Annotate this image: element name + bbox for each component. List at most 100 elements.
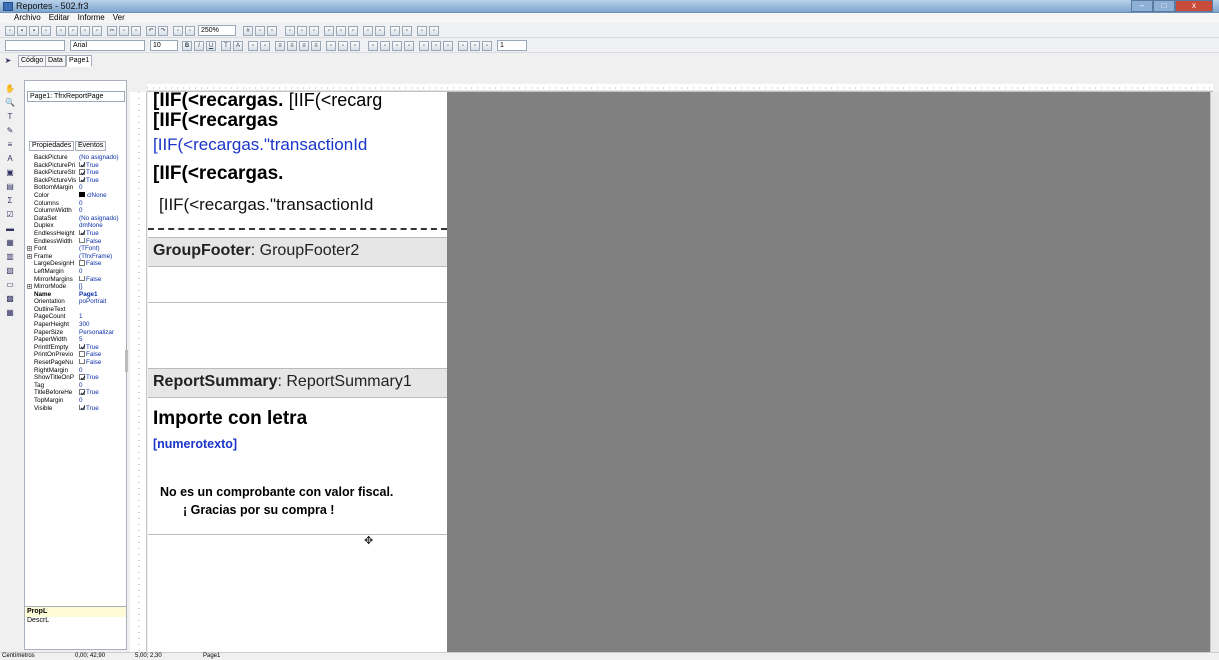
property-value[interactable]: True <box>79 374 125 382</box>
property-value[interactable]: (No asignado) <box>79 154 125 162</box>
property-row[interactable]: EndlessWidth False <box>27 237 125 246</box>
memo-importe-con-letra[interactable]: Importe con letra <box>153 408 307 430</box>
property-value[interactable]: 0 <box>79 207 125 215</box>
property-row[interactable]: Columns 0 <box>27 200 125 208</box>
property-value[interactable]: Page1 <box>79 291 125 299</box>
sum-icon[interactable]: Σ <box>5 196 15 206</box>
same-height-icon[interactable]: ▫ <box>429 26 439 36</box>
property-value[interactable]: False <box>79 237 125 246</box>
align-left-icon[interactable]: ▫ <box>285 26 295 36</box>
memo-recargas-1[interactable]: [IIF(<recargas. [IIF(<recarg <box>153 90 382 112</box>
tab-data[interactable]: Data <box>45 55 66 67</box>
property-value[interactable]: [] <box>79 283 125 291</box>
property-row[interactable]: BottomMargin 0 <box>27 184 125 192</box>
property-value[interactable]: (TfrxFrame) <box>79 253 125 261</box>
zoom-select[interactable]: 250% <box>198 25 236 36</box>
checkbox-icon[interactable] <box>79 260 85 266</box>
property-value[interactable]: 0 <box>79 268 125 276</box>
new-report-icon[interactable]: ▫ <box>56 26 66 36</box>
save-icon[interactable]: ▪ <box>29 26 39 36</box>
property-row[interactable]: RightMargin 0 <box>27 367 125 375</box>
checkbox-icon[interactable] <box>79 404 86 411</box>
undo-icon[interactable]: ↶ <box>146 26 156 36</box>
tab-eventos[interactable]: Eventos <box>75 141 107 151</box>
preview-icon[interactable]: ▫ <box>41 26 51 36</box>
crossview-icon[interactable]: ▩ <box>5 294 15 304</box>
property-row[interactable]: Name Page1 <box>27 291 125 299</box>
expand-icon[interactable]: + <box>27 253 32 259</box>
property-row[interactable]: ColumnWidth 0 <box>27 207 125 215</box>
property-row[interactable]: BackPictureStr True <box>27 169 125 177</box>
font-name-select[interactable]: Arial <box>70 40 145 51</box>
center-v-icon[interactable]: ▫ <box>402 26 412 36</box>
checkbox-icon[interactable] <box>79 237 85 243</box>
tab-codigo[interactable]: Código <box>18 55 47 67</box>
checkbox-icon[interactable] <box>79 389 86 396</box>
property-value[interactable]: True <box>79 169 125 177</box>
new-page-icon[interactable]: ▫ <box>68 26 78 36</box>
barcode-icon[interactable]: ▥ <box>5 252 15 262</box>
property-value[interactable]: 0 <box>79 200 125 208</box>
menu-informe[interactable]: Informe <box>74 13 109 23</box>
property-row[interactable]: EndlessHeight True <box>27 229 125 238</box>
property-row[interactable]: TitleBeforeHe True <box>27 389 125 397</box>
property-row[interactable]: Color clNone <box>27 191 125 200</box>
menu-archivo[interactable]: Archivo <box>10 13 45 23</box>
object-selector[interactable]: Page1: TfrxReportPage <box>27 91 125 102</box>
text-tool-icon[interactable]: T <box>5 112 15 122</box>
band-group-footer[interactable]: GroupFooter: GroupFooter2 <box>148 237 447 267</box>
property-value[interactable]: False <box>79 351 125 359</box>
bold-icon[interactable]: B <box>182 41 192 51</box>
format-painter-icon[interactable]: ✎ <box>5 126 15 136</box>
center-h-icon[interactable]: ▫ <box>390 26 400 36</box>
property-row[interactable]: PaperWidth 5 <box>27 336 125 344</box>
expand-icon[interactable]: + <box>27 284 32 290</box>
frame-right-icon[interactable]: ▫ <box>404 41 414 51</box>
same-width-icon[interactable]: ▫ <box>417 26 427 36</box>
property-row[interactable]: PrintOnPrevio False <box>27 351 125 359</box>
font-color-icon[interactable]: A <box>233 41 243 51</box>
ungroup-icon[interactable]: ▫ <box>185 26 195 36</box>
property-row[interactable]: LargeDesignH False <box>27 260 125 268</box>
property-value[interactable]: 1 <box>79 313 125 321</box>
memo-gracias[interactable]: ¡ Gracias por su compra ! <box>183 503 334 517</box>
cut-icon[interactable]: ✂ <box>107 26 117 36</box>
property-value[interactable]: 0 <box>79 367 125 375</box>
property-row[interactable]: BackPictureVis True <box>27 176 125 185</box>
group-icon[interactable]: ▫ <box>173 26 183 36</box>
checkbox-icon[interactable] <box>79 229 86 236</box>
zoom-tool-icon[interactable]: 🔍 <box>5 98 15 108</box>
property-value[interactable]: poPortrait <box>79 298 125 306</box>
checkbox-icon[interactable] <box>79 351 85 357</box>
group-footer-area[interactable] <box>148 267 447 303</box>
tab-propiedades[interactable]: Propiedades <box>29 141 75 151</box>
property-row[interactable]: BackPicture (No asignado) <box>27 154 125 162</box>
property-value[interactable]: dmNone <box>79 222 125 230</box>
property-row[interactable]: Tag 0 <box>27 382 125 390</box>
property-row[interactable]: PrintIfEmpty True <box>27 343 125 352</box>
property-row[interactable]: Orientation poPortrait <box>27 298 125 306</box>
copy-icon[interactable]: ▫ <box>119 26 129 36</box>
property-row[interactable]: Visible True <box>27 404 125 413</box>
maximize-button[interactable]: □ <box>1153 0 1175 12</box>
table-icon[interactable]: ▦ <box>5 308 15 318</box>
checkbox-icon[interactable] <box>79 343 86 350</box>
property-value[interactable]: True <box>79 389 125 397</box>
property-value[interactable]: True <box>79 176 125 185</box>
property-row[interactable]: + MirrorMode [] <box>27 283 125 291</box>
frame-all-icon[interactable]: ▫ <box>419 41 429 51</box>
checkbox-icon[interactable] <box>79 374 86 380</box>
property-row[interactable]: Duplex dmNone <box>27 222 125 230</box>
property-value[interactable]: 0 <box>79 184 125 192</box>
property-row[interactable]: PageCount 1 <box>27 313 125 321</box>
memo-fiscal-note[interactable]: No es un comprobante con valor fiscal. <box>160 485 393 499</box>
property-row[interactable]: + Frame (TfrxFrame) <box>27 253 125 261</box>
expand-icon[interactable]: + <box>27 246 32 252</box>
redo-icon[interactable]: ↷ <box>158 26 168 36</box>
minimize-button[interactable]: – <box>1131 0 1153 12</box>
frame-bottom-icon[interactable]: ▫ <box>380 41 390 51</box>
property-row[interactable]: PaperSize Personalizar <box>27 329 125 337</box>
underline-icon[interactable]: U <box>206 41 216 51</box>
align-center-icon[interactable]: ▫ <box>297 26 307 36</box>
subreport-icon[interactable]: ▤ <box>5 182 15 192</box>
